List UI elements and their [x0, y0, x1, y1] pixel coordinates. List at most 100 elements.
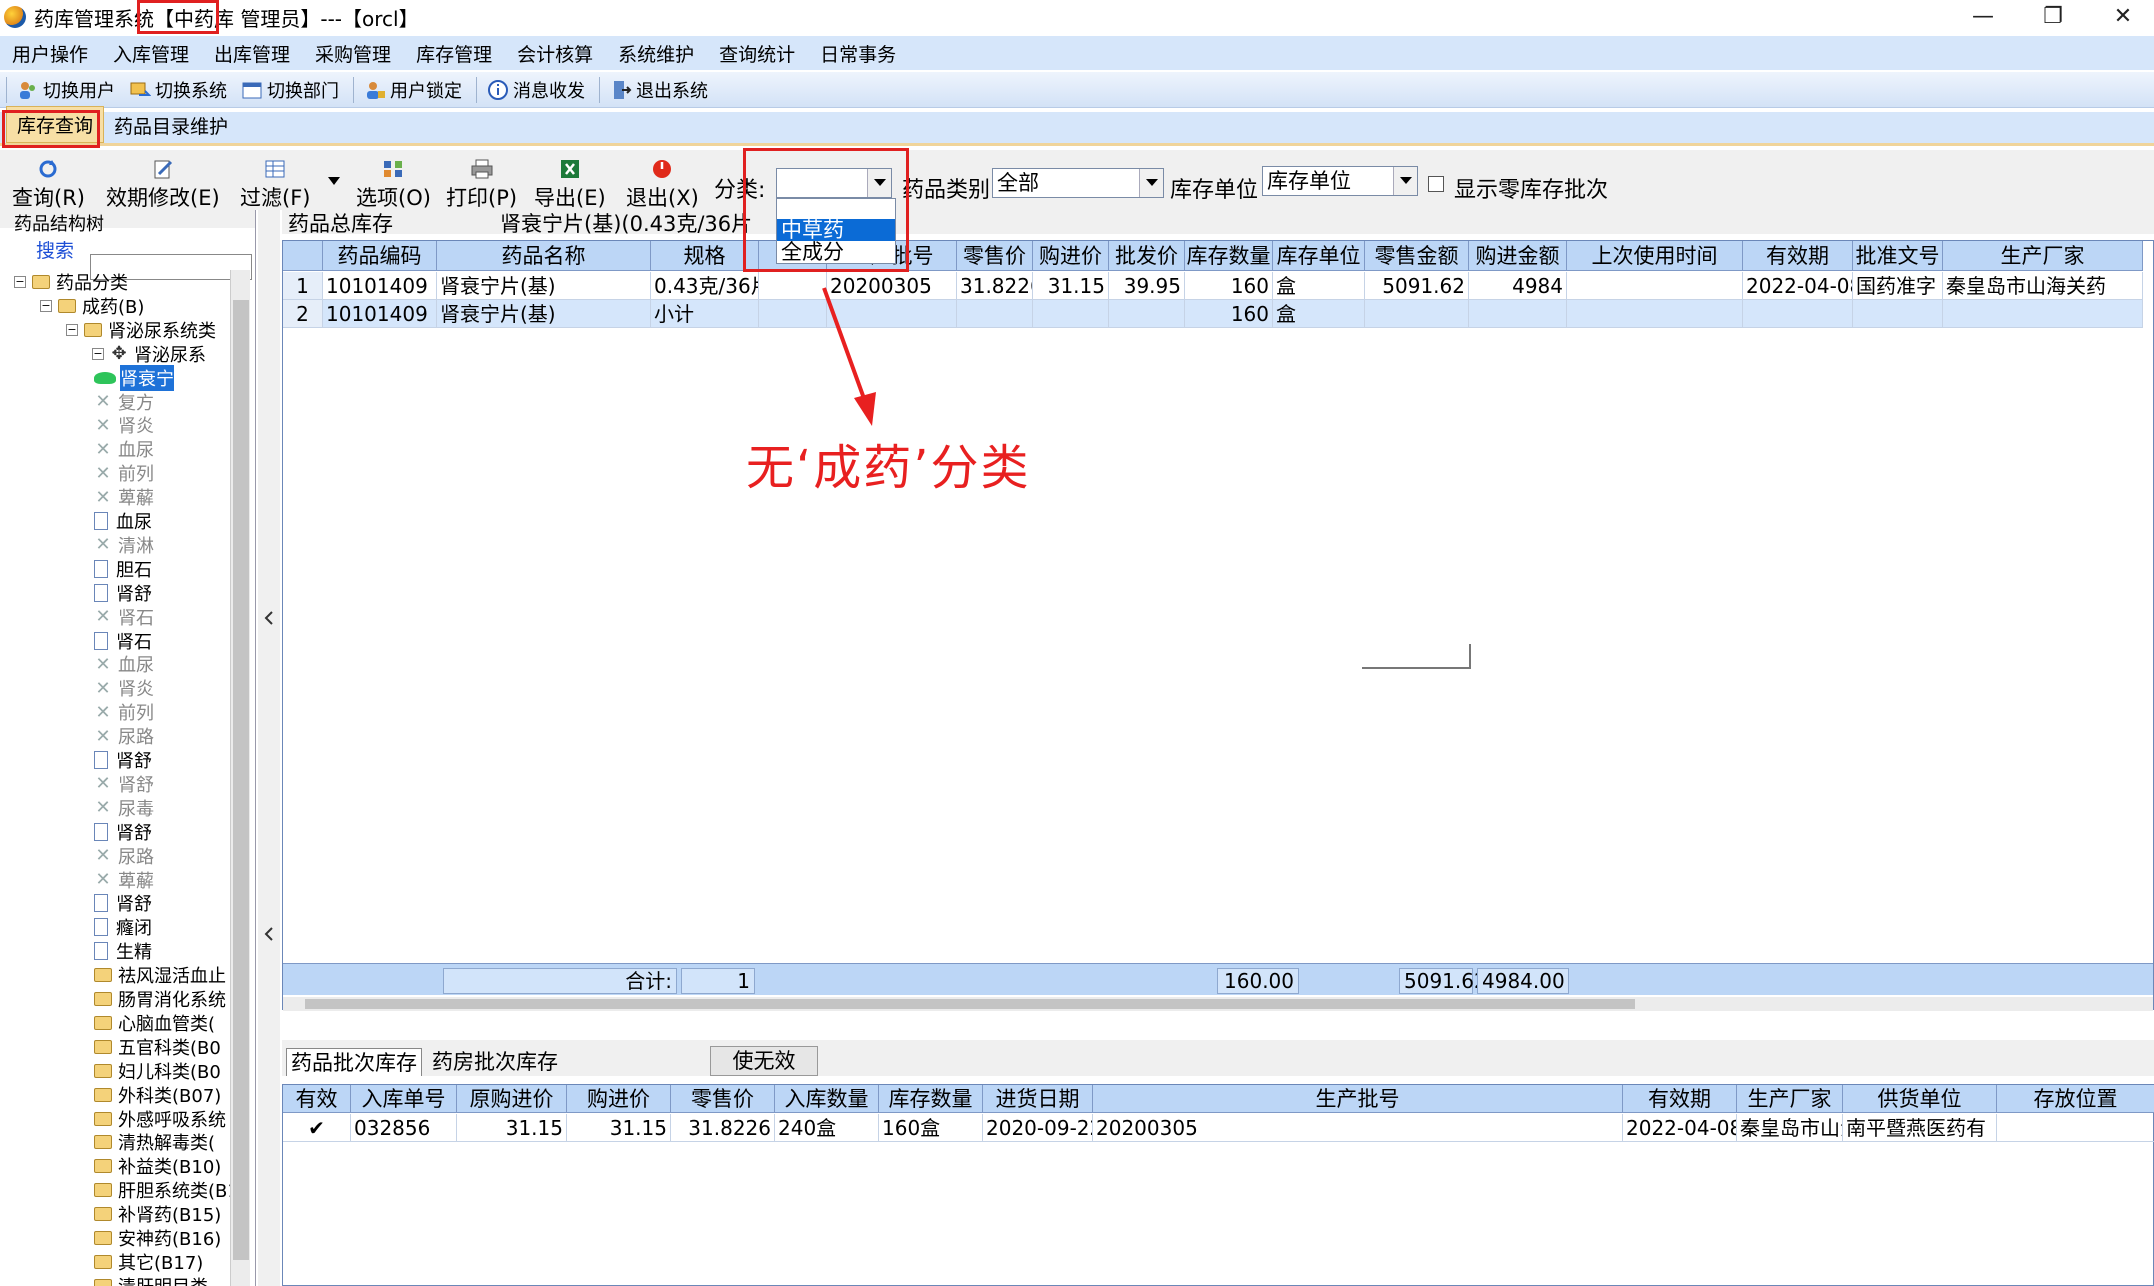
tree-node[interactable]: 血尿: [94, 509, 152, 533]
table-cell[interactable]: [1743, 300, 1853, 328]
grid-hscrollbar[interactable]: [283, 997, 2153, 1011]
table-cell[interactable]: [1853, 300, 1943, 328]
table-cell[interactable]: 2022-04-08: [1743, 272, 1853, 300]
table-cell[interactable]: [1943, 300, 2143, 328]
tree-node[interactable]: 生精: [94, 939, 152, 963]
table-cell[interactable]: 10101409: [323, 272, 437, 300]
table-cell[interactable]: [1567, 300, 1743, 328]
options-button[interactable]: 选项(O): [356, 158, 431, 212]
expander-icon[interactable]: −: [92, 347, 104, 360]
tree-node[interactable]: 胆石: [94, 557, 152, 581]
column-header[interactable]: 生产厂家: [1737, 1085, 1843, 1113]
table-cell[interactable]: 秦皇岛市山海关: [1737, 1114, 1843, 1142]
column-header[interactable]: 批发价: [1109, 241, 1185, 271]
switch-system-button[interactable]: 切换系统: [129, 77, 227, 103]
table-cell[interactable]: [1033, 300, 1109, 328]
menu-accounting[interactable]: 会计核算: [517, 40, 593, 67]
tree-scrollbar[interactable]: [230, 270, 250, 1286]
column-header[interactable]: 库存数量: [1185, 241, 1273, 271]
tree-node[interactable]: ✕ 尿毒: [94, 796, 154, 820]
tree-node[interactable]: 五官科类(B0: [94, 1035, 221, 1059]
tree-node[interactable]: 妇儿科类(B0: [94, 1059, 221, 1083]
tree-node[interactable]: ✕ 清淋: [94, 533, 154, 557]
inventory-grid[interactable]: 合计: 1 160.00 5091.62 4984.00 药品编码药品名称规格生…: [282, 240, 2154, 1011]
column-header[interactable]: 存放位置: [1997, 1085, 2154, 1113]
table-cell[interactable]: 032856: [351, 1114, 457, 1142]
menu-daily[interactable]: 日常事务: [820, 40, 896, 67]
table-cell[interactable]: [1469, 300, 1567, 328]
batch-grid[interactable]: 有效 入库单号 原购进价 购进价 零售价 入库数量 库存数量 进货日期 生产批号 有效期 生产厂家供…: [282, 1084, 2154, 1286]
chevron-left-icon[interactable]: [263, 926, 275, 942]
print-button[interactable]: 打印(P): [446, 158, 517, 212]
tree-node[interactable]: 清热解毒类(: [94, 1130, 215, 1154]
tree-node[interactable]: ✕ 复方: [94, 390, 154, 414]
filter-dropdown-arrow[interactable]: [326, 168, 342, 192]
tree-node[interactable]: 肾舒: [94, 748, 152, 772]
tree-node[interactable]: ✕ 肾舒: [94, 772, 154, 796]
menu-purchase[interactable]: 采购管理: [315, 40, 391, 67]
exit-button[interactable]: 退出(X): [626, 158, 699, 212]
table-cell[interactable]: 31.15: [567, 1114, 671, 1142]
column-header[interactable]: 批准文号: [1853, 241, 1943, 271]
column-header[interactable]: 上次使用时间: [1567, 241, 1743, 271]
tree-node[interactable]: ✕ 前列: [94, 700, 154, 725]
table-cell[interactable]: 2020-09-22: [983, 1114, 1093, 1142]
table-cell[interactable]: [1567, 272, 1743, 300]
column-header[interactable]: 入库单号: [351, 1085, 457, 1113]
menu-inbound[interactable]: 入库管理: [113, 40, 189, 67]
table-cell[interactable]: 4984: [1469, 272, 1567, 300]
valid-checkbox[interactable]: ✔: [283, 1114, 351, 1142]
table-cell[interactable]: 国药准字: [1853, 272, 1943, 300]
table-cell[interactable]: 31.15: [457, 1114, 567, 1142]
column-header[interactable]: 供货单位: [1843, 1085, 1997, 1113]
menu-system[interactable]: 系统维护: [618, 40, 694, 67]
tab-pharmacy-batch[interactable]: 药房批次库存: [428, 1048, 562, 1076]
tree-node[interactable]: 心脑血管类(: [94, 1011, 215, 1035]
table-cell[interactable]: 2022-04-08: [1623, 1114, 1737, 1142]
invalidate-button[interactable]: 使无效: [710, 1046, 818, 1076]
table-cell[interactable]: 1: [283, 272, 323, 300]
query-button[interactable]: 查询(R): [12, 158, 85, 212]
table-cell[interactable]: 31.8226: [957, 272, 1033, 300]
tree-node[interactable]: ✕ 肾石: [94, 605, 154, 629]
tree-node[interactable]: − 成药(B): [40, 294, 144, 318]
show-zero-checkbox[interactable]: [1428, 176, 1444, 192]
scroll-thumb[interactable]: [305, 999, 1635, 1009]
table-cell[interactable]: 盒: [1273, 272, 1365, 300]
column-header[interactable]: 库存单位: [1273, 241, 1365, 271]
table-cell[interactable]: 南平暨燕医药有: [1843, 1114, 1997, 1142]
table-cell[interactable]: 20200305: [1093, 1114, 1623, 1142]
tree-node[interactable]: − ✥ 肾泌尿系: [92, 342, 206, 366]
tree-node[interactable]: ✕ 血尿: [94, 437, 154, 462]
restore-button[interactable]: ❐: [2018, 0, 2088, 34]
column-header[interactable]: 入库数量: [775, 1085, 879, 1113]
switch-department-button[interactable]: 切换部门: [241, 77, 339, 103]
table-cell[interactable]: 160: [1185, 272, 1273, 300]
tree-node[interactable]: 补益类(B10): [94, 1154, 221, 1178]
tree-node[interactable]: ✕ 萆薢: [94, 868, 154, 892]
tree-node[interactable]: ✕ 肾炎: [94, 413, 154, 438]
table-cell[interactable]: 2: [283, 300, 323, 328]
column-header[interactable]: 生产厂家: [1943, 241, 2143, 271]
table-cell[interactable]: 秦皇岛市山海关药: [1943, 272, 2143, 300]
column-header[interactable]: 零售价: [671, 1085, 775, 1113]
tree-node[interactable]: ✕ 前列: [94, 461, 154, 486]
column-header[interactable]: 有效期: [1743, 241, 1853, 271]
column-header[interactable]: 购进金额: [1469, 241, 1567, 271]
tree-node[interactable]: 肾衰宁: [94, 364, 174, 391]
tree-node[interactable]: − 肾泌尿系统类: [66, 318, 216, 342]
tree-node[interactable]: 癃闭: [94, 915, 152, 939]
tree-node[interactable]: 肾舒: [94, 891, 152, 915]
tree-node[interactable]: 肝胆系统类(B1: [94, 1178, 230, 1202]
table-cell[interactable]: [1997, 1114, 2154, 1142]
table-cell[interactable]: 5091.62: [1365, 272, 1469, 300]
table-cell[interactable]: 240盒: [775, 1114, 879, 1142]
tab-drug-batch[interactable]: 药品批次库存: [286, 1048, 422, 1076]
table-cell[interactable]: 10101409: [323, 300, 437, 328]
tree-node[interactable]: 外感呼吸系统: [94, 1107, 226, 1131]
table-cell[interactable]: 31.15: [1033, 272, 1109, 300]
tree-node[interactable]: 其它(B17): [94, 1250, 203, 1274]
tree-node[interactable]: ✕ 血尿: [94, 652, 154, 677]
column-header[interactable]: 有效期: [1623, 1085, 1737, 1113]
tree-node[interactable]: ✕ 尿路: [94, 724, 154, 749]
